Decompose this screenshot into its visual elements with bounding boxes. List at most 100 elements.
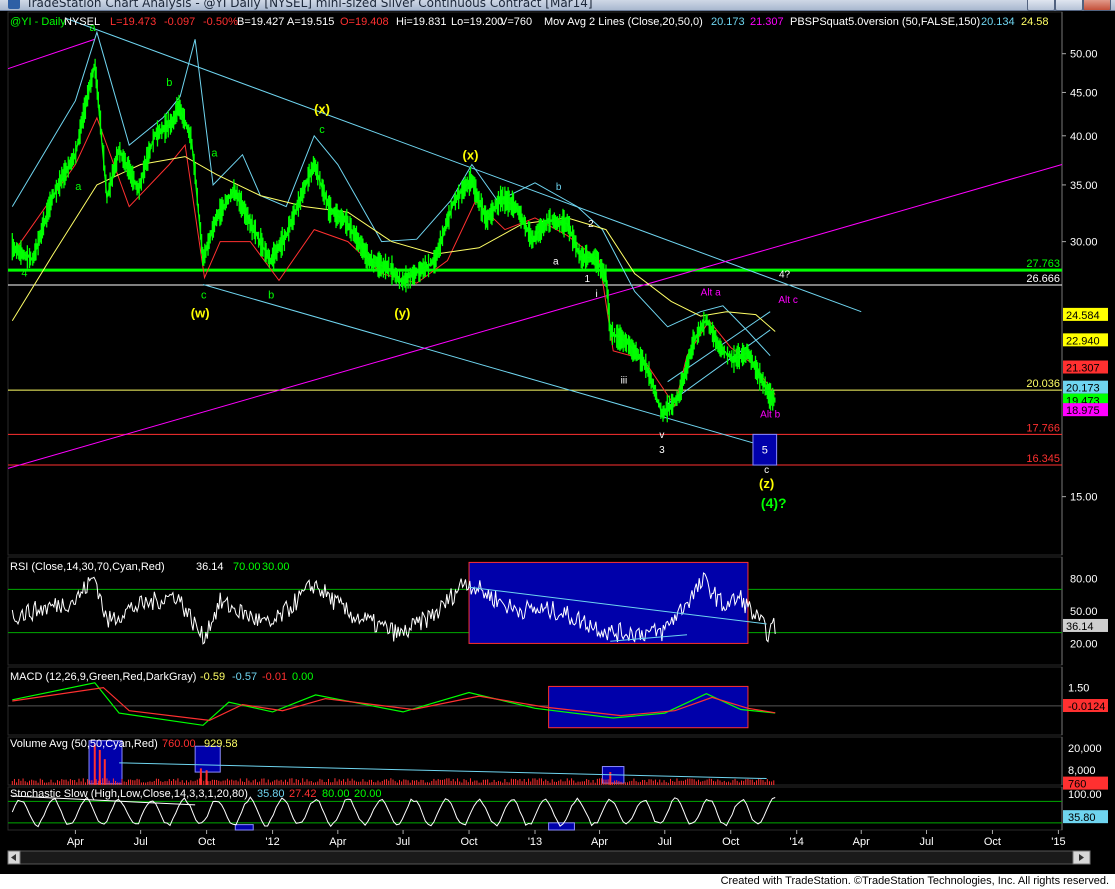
price-tag-label: 20.173 (1066, 383, 1100, 395)
macd-tick-label: 1.50 (1068, 683, 1089, 695)
footer-credit: Created with TradeStation. ©TradeStation… (720, 875, 1109, 887)
header-ma-fast: 20.173 (711, 16, 745, 28)
wave-label: (x) (463, 148, 479, 163)
price-tag-label: 18.975 (1066, 405, 1100, 417)
wave-label: v (659, 430, 664, 441)
header-custom-v1: 20.134 (981, 16, 1015, 28)
date-tick-label: Jul (658, 836, 672, 848)
wave-label: c (319, 124, 325, 136)
wave-label: i (596, 289, 598, 300)
volume-highlight-box (194, 745, 221, 773)
scrollbar-track[interactable] (7, 850, 1091, 865)
date-tick-label: Apr (329, 836, 346, 848)
level-label: 26.666 (1026, 273, 1060, 285)
header-high: Hi=19.831 (396, 16, 446, 28)
price-tag-label: 24.584 (1066, 310, 1100, 322)
price-tick-label: 50.00 (1070, 49, 1098, 61)
macd-last-value: -0.01 (262, 671, 287, 683)
header-last: L=19.473 (110, 16, 156, 28)
wave-label: (y) (394, 306, 410, 321)
date-tick-label: '15 (1051, 836, 1065, 848)
volume-tick-label: 20,000 (1068, 743, 1102, 755)
wave-label: a (553, 256, 559, 267)
wave-label: Alt a (701, 288, 721, 299)
macd-last-value: -0.59 (200, 671, 225, 683)
wave-label: c (764, 465, 769, 476)
wave-label: iii (621, 376, 628, 387)
wave-label: Alt c (778, 295, 797, 306)
header-ma-study: Mov Avg 2 Lines (Close,20,50,0) (544, 16, 703, 28)
date-axis: Apr Jul Oct '12 Apr Jul Oct '13 Apr Jul Oct '14 Apr J… (67, 830, 1066, 848)
level-label: 20.036 (1026, 378, 1060, 390)
wave-label: 3 (659, 445, 665, 456)
header-volume: V=760 (500, 16, 532, 28)
date-tick-label: Apr (853, 836, 870, 848)
chart-canvas: 50.0045.0040.0035.0030.0015.0027.76326.6… (7, 11, 1108, 865)
macd-last-value: -0.57 (232, 671, 257, 683)
wave-label: 1 (585, 274, 591, 285)
horizontal-scrollbar[interactable] (7, 850, 1091, 865)
macd-study-label: MACD (12,26,9,Green,Red,DarkGray) (10, 671, 196, 683)
window-title: TradeStation Chart Analysis - @YI Daily … (26, 0, 593, 10)
volume-tick-label: 8,000 (1068, 765, 1096, 777)
wave-label: (4)? (761, 495, 787, 511)
rsi-tick-label: 50.00 (1070, 606, 1098, 618)
rsi-tick-label: 80.00 (1070, 574, 1098, 586)
stochastic-study-label: Stochastic Slow (High,Low,Close,14,3,3,1… (10, 788, 248, 800)
stochastic-last-value: 27.42 (289, 788, 317, 800)
header-change: -0.097 (164, 16, 195, 28)
wave-label: a (211, 148, 218, 160)
header-ask: A=19.515 (287, 16, 334, 28)
wave-label: (w) (191, 306, 210, 321)
rsi-last-value: 70.00 (233, 561, 261, 573)
date-tick-label: Oct (460, 836, 477, 848)
rsi-study-label: RSI (Close,14,30,70,Cyan,Red) (10, 561, 165, 573)
volume-study-label: Volume Avg (50,50,Cyan,Red) (10, 738, 158, 750)
stochastic-tick-label: 100.00 (1068, 789, 1102, 801)
date-tick-label: Oct (722, 836, 739, 848)
date-tick-label: Apr (67, 836, 84, 848)
stochastic-pane: 100.00 35.80 Stochastic Slow (High,Low,Clo… (7, 786, 1108, 831)
price-tick-label: 15.00 (1070, 492, 1098, 504)
header-change-pct: -0.50% (203, 16, 238, 28)
rsi-tick-label: 20.00 (1070, 638, 1098, 650)
price-tick-label: 35.00 (1070, 180, 1098, 192)
date-tick-label: Oct (984, 836, 1001, 848)
price-tag-label: 21.307 (1066, 363, 1100, 375)
header-open: O=19.408 (340, 16, 389, 28)
rsi-last-value: 30.00 (262, 561, 290, 573)
price-tick-label: 40.00 (1070, 131, 1098, 143)
header-exchange: NYSEL (64, 16, 100, 28)
date-tick-label: '14 (790, 836, 804, 848)
footer: Created with TradeStation. ©TradeStation… (0, 874, 1115, 889)
stochastic-highlight-box (234, 824, 254, 831)
date-tick-label: Jul (134, 836, 148, 848)
volume-last-value: 929.58 (204, 738, 238, 750)
wave-label: (z) (759, 476, 774, 491)
header-low: Lo=19.200 (451, 16, 503, 28)
wave-label: b (268, 290, 274, 302)
date-tick-label: Oct (198, 836, 215, 848)
level-label: 17.766 (1026, 422, 1060, 434)
wave-label: 2 (588, 219, 594, 230)
header-bid: B=19.427 (237, 16, 284, 28)
stochastic-tick-label: 35.80 (1068, 812, 1096, 824)
tradestation-app-icon (8, 0, 20, 9)
price-tick-label: 45.00 (1070, 87, 1098, 99)
wave-label: b (166, 77, 172, 89)
macd-pane: 1.50 -0.0124 MACD (12,26,9,Green,Red,DarkG… (7, 666, 1108, 736)
macd-last-value: 0.00 (292, 671, 313, 683)
date-tick-label: Jul (396, 836, 410, 848)
macd-tick-label: -0.0124 (1068, 701, 1105, 713)
rsi-pane: 80.00 50.00 20.00 36.14 RSI (Close,14,30,70,… (7, 556, 1108, 666)
wave-label: (x) (314, 101, 330, 116)
stochastic-last-value: 35.80 (257, 788, 285, 800)
wave-label: 4 (21, 267, 27, 279)
stochastic-last-value: 20.00 (354, 788, 382, 800)
wave-5-label: 5 (762, 445, 768, 457)
level-label: 16.345 (1026, 453, 1060, 465)
macd-highlight-box (548, 685, 749, 729)
price-pane-frame (7, 11, 1063, 556)
rsi-last-value: 36.14 (196, 561, 224, 573)
header-symbol: @YI - Daily (10, 16, 66, 28)
